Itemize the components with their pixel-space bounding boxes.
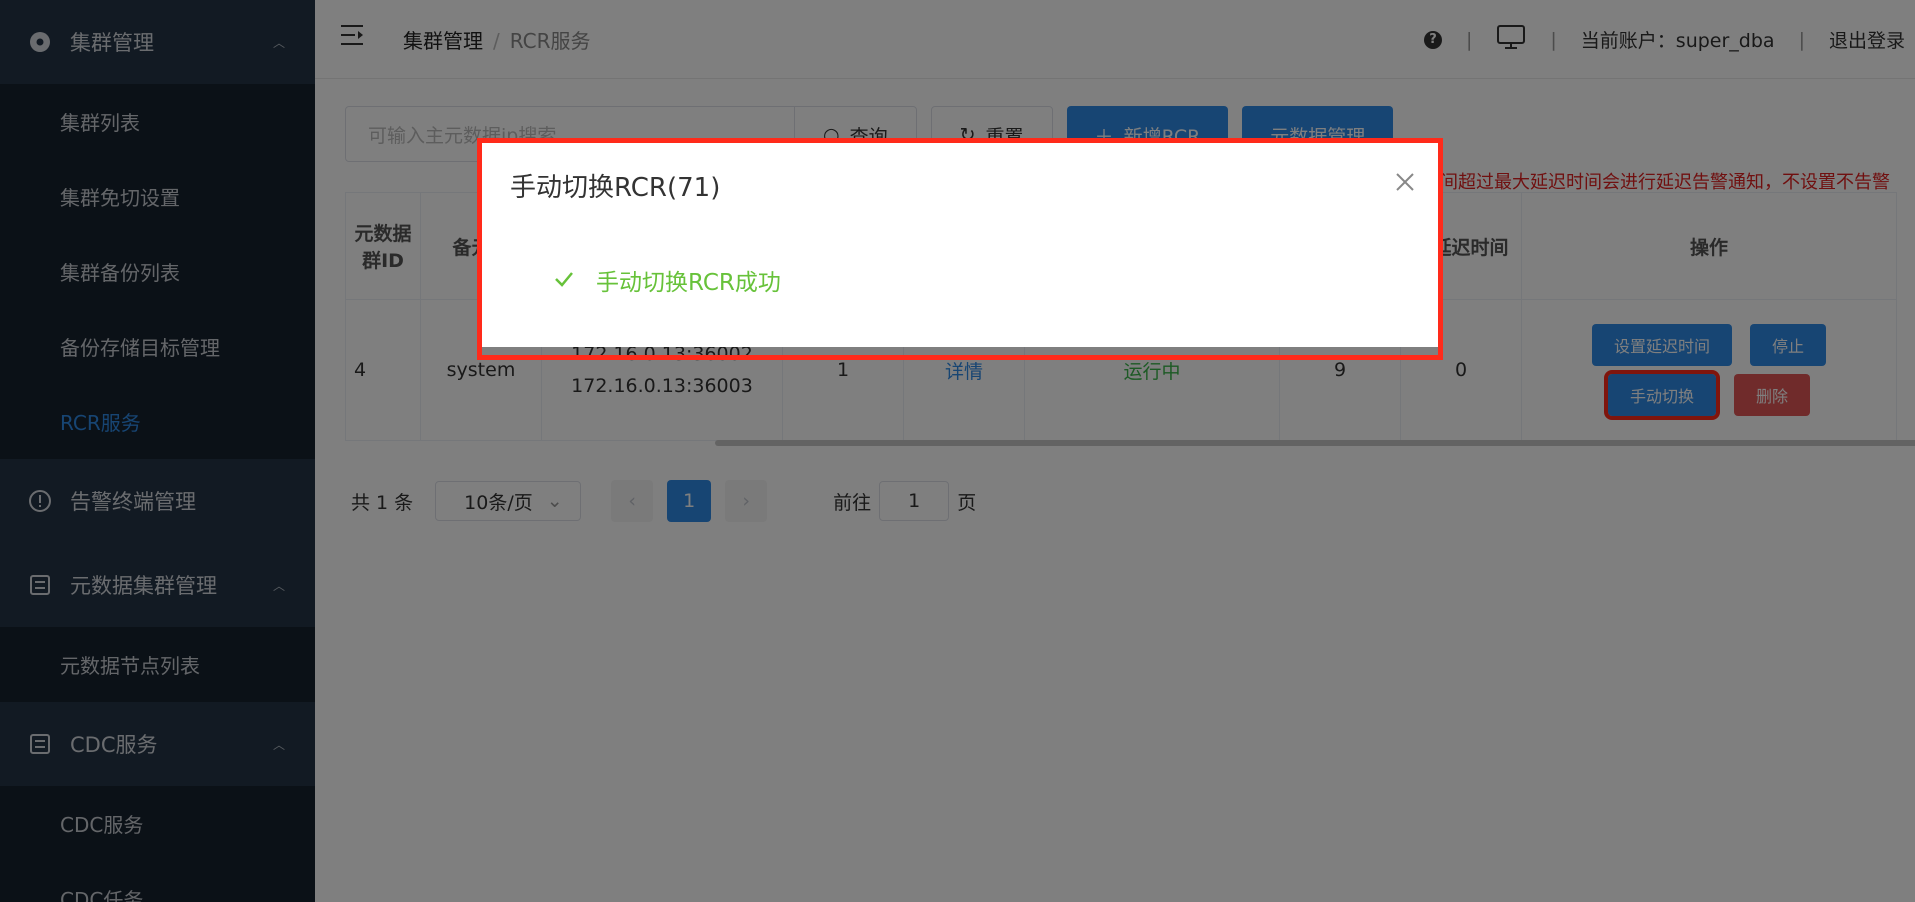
dialog-title: 手动切换RCR(71)	[510, 173, 721, 203]
close-icon[interactable]	[1396, 167, 1414, 197]
switch-result-dialog: 手动切换RCR(71) 手动切换RCR成功	[482, 143, 1438, 347]
dialog-message: 手动切换RCR成功	[554, 263, 781, 297]
check-icon	[554, 268, 574, 292]
modal-overlay[interactable]	[0, 0, 1915, 902]
dialog-message-text: 手动切换RCR成功	[596, 270, 781, 296]
